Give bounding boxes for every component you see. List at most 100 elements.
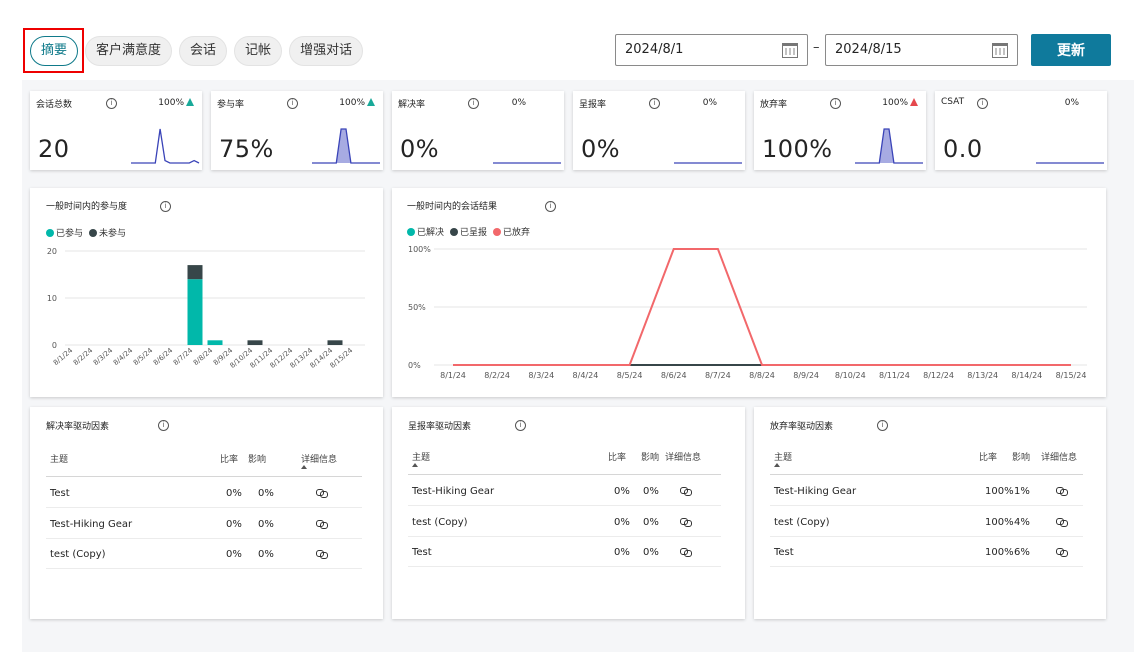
column-header-ratio[interactable]: 比率 bbox=[220, 452, 238, 465]
tab-enhanced-conversations[interactable]: 增强对话 bbox=[289, 36, 364, 66]
link-icon[interactable] bbox=[1056, 548, 1068, 557]
kpi-change-value: 0% bbox=[1064, 98, 1079, 108]
bar[interactable] bbox=[327, 340, 343, 345]
info-icon[interactable]: i bbox=[287, 98, 298, 109]
trend-up-icon bbox=[910, 98, 918, 106]
bar[interactable] bbox=[247, 340, 263, 345]
tab-billing[interactable]: 记帐 bbox=[234, 36, 283, 66]
info-icon[interactable]: i bbox=[830, 98, 841, 109]
sparkline bbox=[674, 162, 742, 164]
cell-topic[interactable]: Test-Hiking Gear bbox=[412, 486, 494, 497]
kpi-card-escalation-rate: 呈报率 i 0% 0% bbox=[573, 91, 745, 170]
link-icon[interactable] bbox=[316, 550, 328, 559]
sparkline-line bbox=[131, 128, 200, 164]
link-icon[interactable] bbox=[316, 519, 328, 529]
tab-customer-satisfaction[interactable]: 客户满意度 bbox=[85, 36, 173, 66]
info-icon[interactable]: i bbox=[468, 98, 479, 109]
cell-topic[interactable]: Test bbox=[50, 488, 70, 499]
cell-impact: 0% bbox=[258, 488, 274, 499]
sort-icon[interactable] bbox=[774, 463, 780, 467]
cell-impact: 4% bbox=[1014, 516, 1030, 528]
kpi-card-total-sessions: 会话总数 i 100% 20 bbox=[30, 91, 202, 170]
sparkline bbox=[131, 128, 200, 164]
kpi-card-csat: CSAT i 0% 0.0 bbox=[935, 91, 1107, 170]
info-icon[interactable]: i bbox=[515, 420, 526, 431]
kpi-change-value: 100% bbox=[158, 98, 184, 108]
link-icon[interactable] bbox=[316, 489, 328, 498]
cell-ratio: 0% bbox=[226, 488, 242, 499]
cell-topic[interactable]: Test bbox=[412, 547, 432, 558]
header-divider bbox=[46, 476, 362, 477]
column-header-topic[interactable]: 主题 bbox=[50, 452, 68, 465]
column-header-details[interactable]: 详细信息 bbox=[301, 452, 337, 465]
column-header-ratio[interactable]: 比率 bbox=[608, 450, 626, 463]
row-divider bbox=[408, 566, 721, 567]
x-tick-label: 8/4/24 bbox=[573, 371, 599, 380]
info-icon[interactable]: i bbox=[649, 98, 660, 109]
sort-icon[interactable] bbox=[301, 465, 307, 469]
kpi-value: 0% bbox=[581, 135, 621, 163]
link-icon[interactable] bbox=[680, 548, 692, 557]
link-icon[interactable] bbox=[1056, 517, 1068, 527]
column-header-impact[interactable]: 影响 bbox=[641, 450, 659, 463]
info-icon[interactable]: i bbox=[977, 98, 988, 109]
cell-topic[interactable]: test (Copy) bbox=[50, 549, 106, 560]
update-button[interactable]: 更新 bbox=[1031, 34, 1111, 66]
abandon-drivers-panel: 放弃率驱动因素 i 主题 比率 影响 详细信息 Test-Hiking Gear 100% 1%… bbox=[754, 407, 1106, 619]
table-title: 呈报率驱动因素 bbox=[408, 422, 472, 432]
kpi-change-value: 100% bbox=[339, 98, 365, 108]
sparkline bbox=[493, 162, 561, 164]
y-tick-label: 0 bbox=[52, 341, 57, 350]
calendar-icon[interactable] bbox=[782, 43, 798, 58]
cell-topic[interactable]: test (Copy) bbox=[774, 517, 830, 528]
column-header-ratio[interactable]: 比率 bbox=[979, 450, 997, 463]
link-icon[interactable] bbox=[680, 517, 692, 527]
x-tick-label: 8/5/24 bbox=[132, 346, 155, 367]
cell-topic[interactable]: test (Copy) bbox=[412, 517, 468, 528]
cell-topic[interactable]: Test bbox=[774, 547, 794, 558]
column-header-topic[interactable]: 主题 bbox=[412, 450, 430, 463]
date-separator: – bbox=[813, 40, 820, 55]
kpi-title: 会话总数 bbox=[36, 100, 73, 110]
link-icon[interactable] bbox=[1056, 487, 1068, 496]
info-icon[interactable]: i bbox=[106, 98, 117, 109]
end-date-value: 2024/8/15 bbox=[835, 42, 902, 57]
x-tick-label: 8/2/24 bbox=[72, 346, 95, 367]
engagement-panel: 一般时间内的参与度 i 已参与 未参与 0 10 20 8/1/24 8/2/24 8/3… bbox=[30, 188, 383, 397]
start-date-field[interactable]: 2024/8/1 bbox=[615, 34, 808, 66]
end-date-field[interactable]: 2024/8/15 bbox=[825, 34, 1018, 66]
cell-topic[interactable]: Test-Hiking Gear bbox=[774, 486, 856, 497]
bar[interactable] bbox=[207, 340, 223, 345]
sort-icon[interactable] bbox=[412, 463, 418, 467]
bar[interactable] bbox=[187, 279, 203, 345]
column-header-details[interactable]: 详细信息 bbox=[665, 450, 701, 463]
kpi-title: 解决率 bbox=[398, 100, 426, 110]
column-header-impact[interactable]: 影响 bbox=[248, 452, 266, 465]
column-header-topic[interactable]: 主题 bbox=[774, 450, 792, 463]
x-tick-label: 8/10/24 bbox=[835, 371, 866, 380]
column-header-impact[interactable]: 影响 bbox=[1012, 450, 1030, 463]
kpi-card-resolution-rate: 解决率 i 0% 0% bbox=[392, 91, 564, 170]
cell-topic[interactable]: Test-Hiking Gear bbox=[50, 519, 132, 530]
cell-impact: 0% bbox=[643, 486, 659, 497]
info-icon[interactable]: i bbox=[158, 420, 169, 431]
link-icon[interactable] bbox=[680, 487, 692, 496]
x-tick-label: 8/9/24 bbox=[793, 371, 819, 380]
x-tick-label: 8/12/24 bbox=[923, 371, 954, 380]
tab-sessions[interactable]: 会话 bbox=[179, 36, 228, 66]
cell-ratio: 100% bbox=[985, 486, 1014, 497]
x-tick-label: 8/4/24 bbox=[112, 346, 135, 367]
cell-ratio: 100% bbox=[985, 516, 1014, 528]
row-divider bbox=[408, 535, 721, 537]
column-header-details[interactable]: 详细信息 bbox=[1041, 450, 1077, 463]
escalation-drivers-panel: 呈报率驱动因素 i 主题 比率 影响 详细信息 Test-Hiking Gear 0% 0% te… bbox=[392, 407, 745, 619]
calendar-icon[interactable] bbox=[992, 43, 1008, 58]
y-tick-label: 0% bbox=[408, 361, 421, 370]
kpi-title: 呈报率 bbox=[579, 100, 607, 110]
cell-impact: 0% bbox=[258, 549, 274, 560]
kpi-change: 0% bbox=[703, 98, 717, 108]
x-tick-label: 8/7/24 bbox=[172, 346, 195, 367]
bar[interactable] bbox=[187, 265, 203, 280]
x-tick-label: 8/15/24 bbox=[1056, 371, 1087, 380]
info-icon[interactable]: i bbox=[877, 420, 888, 431]
